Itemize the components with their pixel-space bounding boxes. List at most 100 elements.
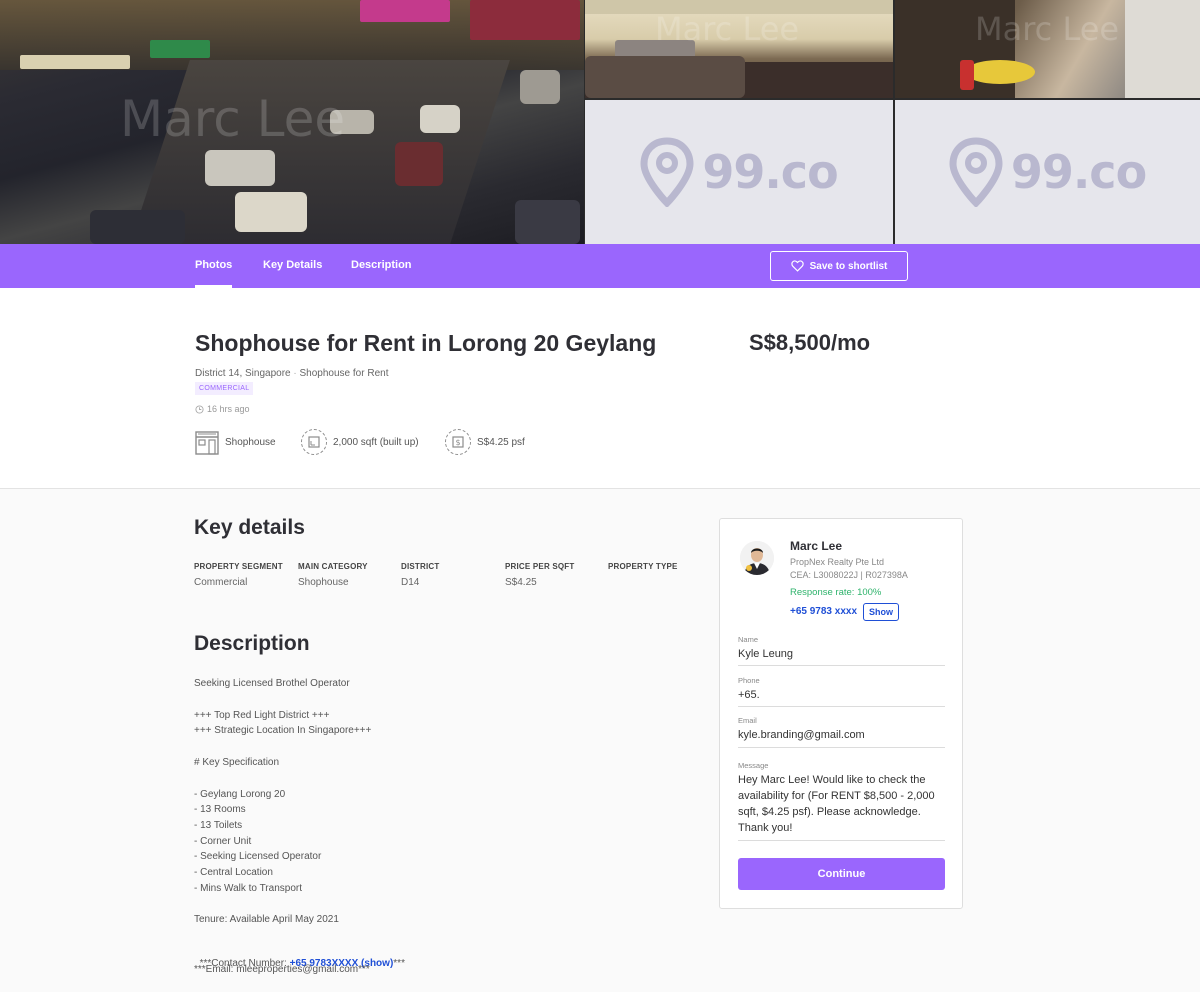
99co-logo: 99.co <box>585 100 893 244</box>
listing-title: Shophouse for Rent in Lorong 20 Geylang <box>195 330 657 356</box>
key-detail-label: PROPERTY TYPE <box>608 562 678 571</box>
feature-area: 2,000 sqft (built up) <box>301 428 419 456</box>
photo-thumbnail-2[interactable]: Marc Lee <box>895 0 1200 98</box>
key-detail-label: PROPERTY SEGMENT <box>194 562 283 571</box>
svg-text:$: $ <box>455 438 460 447</box>
shop-sign <box>150 40 210 58</box>
phone-field-label: Phone <box>738 676 760 685</box>
feature-label: 2,000 sqft (built up) <box>333 436 419 448</box>
logo-wordmark: 99.co <box>1010 145 1147 199</box>
key-detail-value: Commercial <box>194 577 248 588</box>
photo-watermark: Marc Lee <box>975 10 1120 48</box>
neon-sign <box>360 0 450 22</box>
heart-icon <box>790 260 804 272</box>
name-input[interactable]: Kyle Leung <box>738 646 945 662</box>
key-detail-label: MAIN CATEGORY <box>298 562 368 571</box>
show-phone-button[interactable]: Show <box>863 603 899 621</box>
area-icon <box>301 429 327 455</box>
name-field-label: Name <box>738 635 759 644</box>
photo-watermark: Marc Lee <box>120 90 346 148</box>
key-detail-value: D14 <box>401 577 420 588</box>
photo-thumbnail-1[interactable]: Marc Lee <box>585 0 893 98</box>
shutter <box>1125 0 1200 98</box>
description-line: Seeking Licensed Brothel Operator <box>194 678 350 689</box>
description-line: - Corner Unit <box>194 836 252 847</box>
car <box>90 210 185 244</box>
photo-placeholder-2[interactable]: 99.co <box>895 100 1200 244</box>
listing-subline: District 14, Singapore · Shophouse for R… <box>195 368 388 379</box>
description-heading: Description <box>194 632 310 655</box>
description-line: +++ Top Red Light District +++ <box>194 710 330 721</box>
car <box>585 56 745 98</box>
neon-sign <box>470 0 580 40</box>
agent-agency: PropNex Realty Pte Ltd <box>790 557 885 567</box>
listing-type: Shophouse for Rent <box>299 368 389 379</box>
description-line: Tenure: Available April May 2021 <box>194 914 339 925</box>
agent-name[interactable]: Marc Lee <box>790 539 842 553</box>
agent-contact-card: Marc Lee PropNex Realty Pte Ltd CEA: L30… <box>719 518 963 909</box>
phone-input[interactable]: +65. <box>738 687 945 703</box>
phone-field[interactable]: Phone +65. <box>738 676 945 707</box>
save-to-shortlist-label: Save to shortlist <box>809 260 888 272</box>
feature-label: S$4.25 psf <box>477 436 525 448</box>
email-input[interactable]: kyle.branding@gmail.com <box>738 727 945 743</box>
description-line: - Geylang Lorong 20 <box>194 789 286 800</box>
car <box>235 192 307 232</box>
location-pin-icon <box>640 137 694 207</box>
description-line: - Central Location <box>194 867 273 878</box>
tab-description[interactable]: Description <box>351 244 412 288</box>
key-detail-label: PRICE PER SQFT <box>505 562 575 571</box>
email-line: ***Email: mleeproperties@gmail.com*** <box>194 964 370 975</box>
car <box>395 142 443 186</box>
save-to-shortlist-button[interactable]: Save to shortlist <box>770 251 908 281</box>
feature-property-type: Shophouse <box>195 428 276 456</box>
road <box>130 60 510 244</box>
key-detail-label: DISTRICT <box>401 562 440 571</box>
photo-placeholder-1[interactable]: 99.co <box>585 100 893 244</box>
key-detail-value: Shophouse <box>298 577 349 588</box>
chair <box>960 60 974 90</box>
agent-avatar <box>740 541 774 575</box>
description-line: - 13 Rooms <box>194 804 246 815</box>
99co-logo: 99.co <box>895 100 1200 244</box>
car <box>205 150 275 186</box>
feature-label: Shophouse <box>225 436 276 448</box>
dollar-icon: $ <box>445 429 471 455</box>
message-field-label: Message <box>738 761 769 770</box>
description-line: - Mins Walk to Transport <box>194 883 302 894</box>
photo-watermark: Marc Lee <box>655 10 800 48</box>
email-field-label: Email <box>738 716 757 725</box>
listing-price: S$8,500/mo <box>749 330 871 355</box>
logo-wordmark: 99.co <box>702 145 838 199</box>
description-line: - 13 Toilets <box>194 820 243 831</box>
separator-dot: · <box>293 368 297 379</box>
section-tab-bar: Photos Key Details Description Save to s… <box>0 244 1200 288</box>
location-pin-icon <box>949 137 1003 207</box>
listing-location: District 14, Singapore <box>195 368 291 379</box>
car <box>420 105 460 133</box>
table <box>965 60 1035 84</box>
email-field[interactable]: Email kyle.branding@gmail.com <box>738 716 945 748</box>
tab-key-details[interactable]: Key Details <box>263 244 322 288</box>
name-field[interactable]: Name Kyle Leung <box>738 635 945 666</box>
photo-gallery[interactable]: Marc Lee Marc Lee Marc Lee 99.co 99.co <box>0 0 1200 244</box>
car <box>520 70 560 104</box>
main-photo[interactable]: Marc Lee <box>0 0 584 244</box>
posted-time-label: 16 hrs ago <box>207 404 250 414</box>
commercial-tag: COMMERCIAL <box>195 382 254 395</box>
posted-time: 16 hrs ago <box>195 404 250 414</box>
agent-cea: CEA: L3008022J | R027398A <box>790 570 908 580</box>
feature-psf: $ S$4.25 psf <box>445 428 525 456</box>
message-textarea[interactable]: Hey Marc Lee! Would like to check the av… <box>738 772 945 836</box>
description-line: - Seeking Licensed Operator <box>194 851 322 862</box>
agent-phone: +65 9783 xxxx <box>790 606 858 617</box>
continue-button[interactable]: Continue <box>738 858 945 890</box>
car <box>515 200 580 244</box>
clock-icon <box>195 404 204 414</box>
key-detail-value: S$4.25 <box>505 577 537 588</box>
description-line: # Key Specification <box>194 757 280 768</box>
response-rate: Response rate: 100% <box>790 587 882 598</box>
message-field[interactable]: Message Hey Marc Lee! Would like to chec… <box>738 761 945 841</box>
tab-photos[interactable]: Photos <box>195 244 233 288</box>
description-line: +++ Strategic Location In Singapore+++ <box>194 725 372 736</box>
